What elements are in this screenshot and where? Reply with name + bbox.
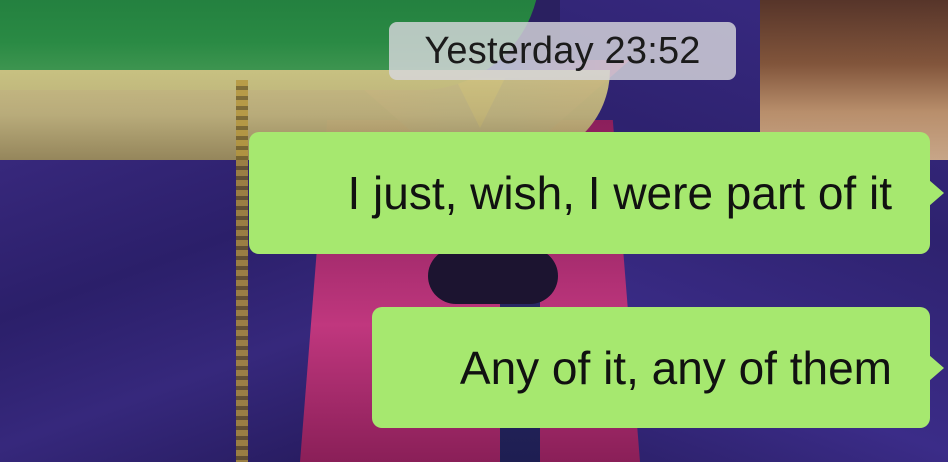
bubble-tail	[929, 355, 944, 381]
chat-screen: Yesterday 23:52 I just, wish, I were par…	[0, 0, 948, 462]
outgoing-message-bubble[interactable]: Any of it, any of them	[372, 307, 944, 428]
outgoing-message-bubble[interactable]: I just, wish, I were part of it	[249, 132, 944, 254]
background-knot	[428, 248, 558, 304]
message-text: Any of it, any of them	[459, 341, 892, 394]
background-tassel	[236, 80, 248, 462]
bubble-tail	[929, 180, 944, 206]
message-text: I just, wish, I were part of it	[347, 167, 892, 219]
message-timestamp: Yesterday 23:52	[389, 22, 736, 80]
